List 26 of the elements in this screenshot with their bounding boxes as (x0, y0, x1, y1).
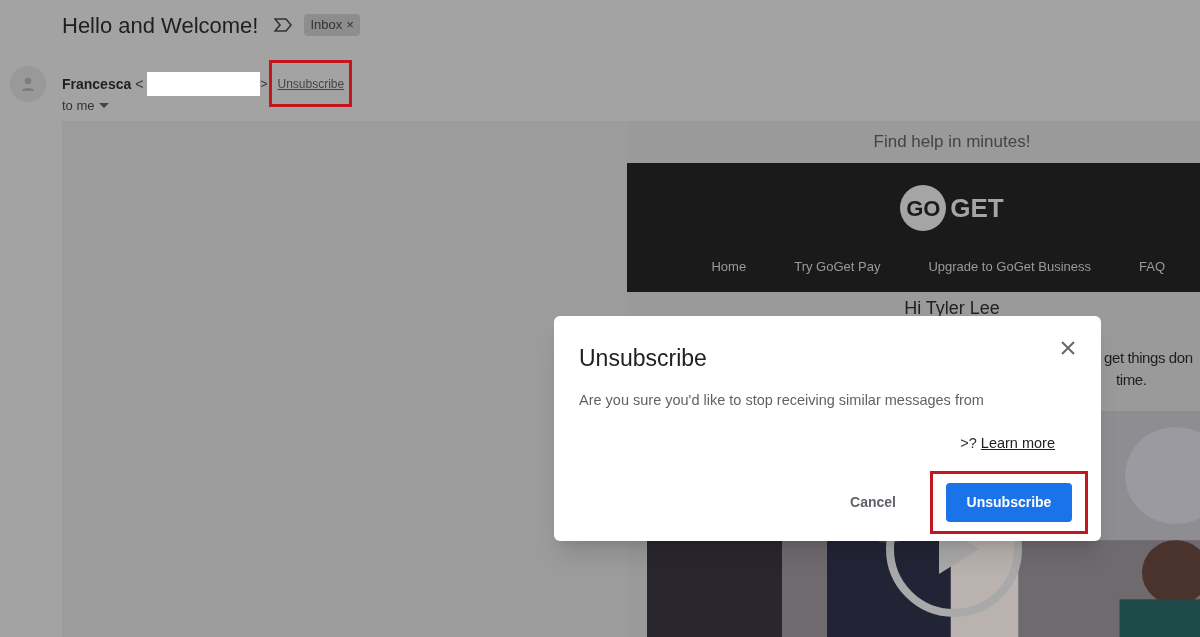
bracket: > (260, 76, 268, 93)
nav-link[interactable]: Try GoGet Pay (794, 257, 881, 277)
unsubscribe-link[interactable]: Unsubscribe (277, 76, 345, 91)
learn-more-link[interactable]: Learn more (980, 433, 1055, 455)
nav-link[interactable]: Upgrade to GoGet Business (928, 257, 1091, 277)
email-subject: Hello and Welcome! (62, 11, 259, 40)
body-text: time. (1115, 370, 1148, 390)
close-icon (1061, 341, 1075, 355)
bracket: < (135, 74, 144, 94)
label-icon (274, 18, 293, 32)
label-chip[interactable]: Inbox × (304, 14, 360, 36)
dialog-message-end: >? (960, 434, 977, 454)
nav-link[interactable]: FAQ (1139, 257, 1165, 277)
recipient[interactable]: to me (62, 96, 95, 116)
dialog-title: Unsubscribe (579, 344, 707, 373)
nav-link[interactable]: Home (711, 257, 747, 277)
preheader: Find help in minutes! (873, 131, 1031, 154)
unsubscribe-button[interactable]: Unsubscribe (946, 483, 1072, 522)
logo: GO GET (900, 185, 1004, 231)
cancel-button[interactable]: Cancel (838, 483, 908, 522)
dialog-message: Are you sure you'd like to stop receiving similar messages from (579, 390, 985, 410)
person-icon (20, 76, 36, 92)
caret-icon[interactable] (98, 102, 109, 109)
sender-name: Francesca (62, 74, 132, 94)
body-text: get things don (1104, 348, 1194, 368)
greeting: Hi Tyler Lee (904, 297, 1000, 320)
